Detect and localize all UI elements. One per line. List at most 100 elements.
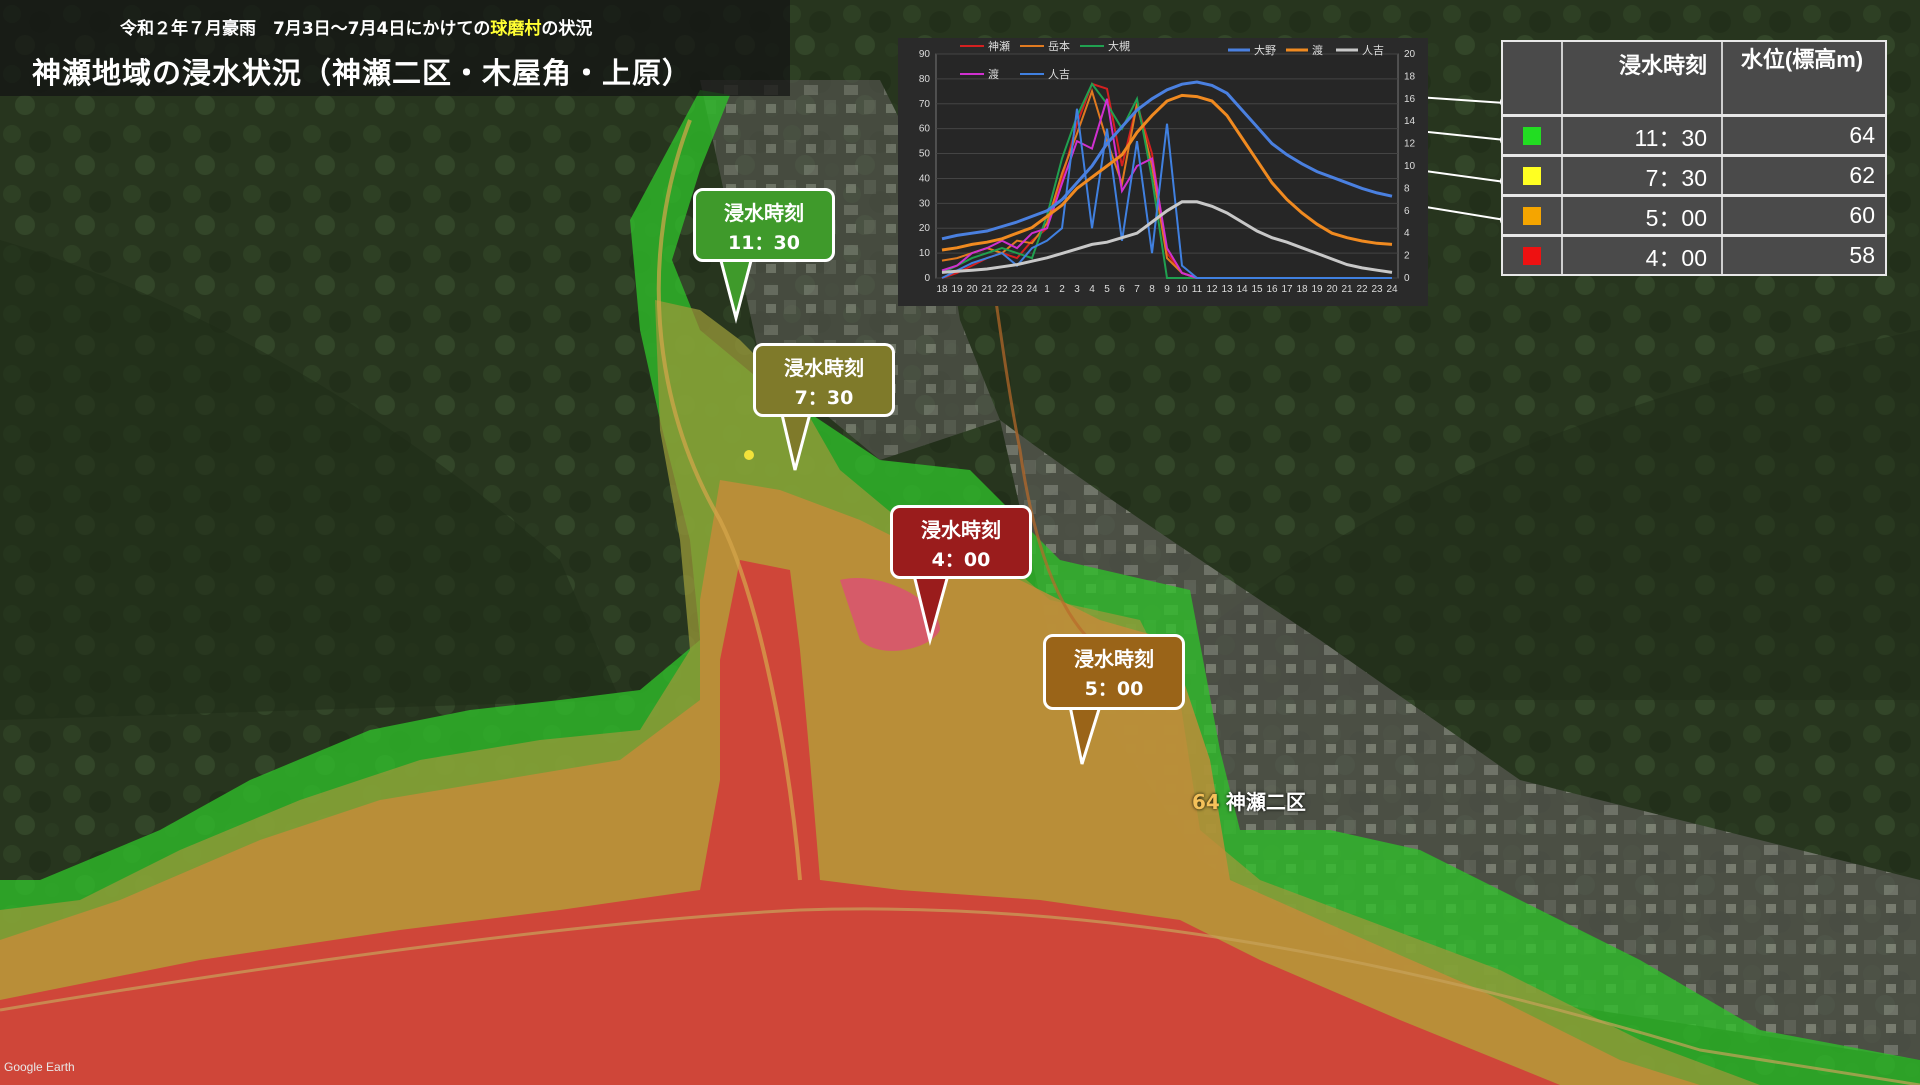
legend-level: 62 — [1849, 162, 1875, 188]
water-level-chart: 0 10 20 30 40 50 60 70 80 90 0 2 4 6 8 10 12 14 16 18 20 18 19… — [898, 38, 1428, 306]
x-tick-label: 24 — [1026, 284, 1038, 295]
y-left-tick-label: 30 — [919, 198, 931, 209]
y-right-tick-label: 6 — [1404, 206, 1410, 217]
legend-level: 60 — [1849, 202, 1875, 228]
event-subtitle: 令和２年７月豪雨 7月3日～7月4日にかけての球磨村の状況 — [120, 19, 593, 39]
legend-row: 7：30 62 — [1503, 154, 1885, 194]
y-left-tick-label: 20 — [919, 223, 931, 234]
legend-label: 大槻 — [1108, 39, 1130, 53]
x-tick-label: 4 — [1089, 284, 1095, 295]
legend-label: 渡 — [1312, 43, 1323, 57]
flood-time-legend: 浸水時刻 水位(標高m) 11：30 64 7：30 62 5：00 60 4：… — [1501, 40, 1887, 276]
x-tick-label: 5 — [1104, 284, 1110, 295]
y-right-tick-label: 10 — [1404, 161, 1416, 172]
callout-time: 11：30 — [728, 232, 800, 254]
y-left-tick-label: 70 — [919, 99, 931, 110]
x-tick-label: 6 — [1119, 284, 1125, 295]
legend-label: 大野 — [1254, 43, 1276, 57]
y-right-tick-label: 20 — [1404, 49, 1416, 60]
y-left-tick-label: 10 — [919, 248, 931, 259]
map-stage: 令和２年７月豪雨 7月3日～7月4日にかけての球磨村の状況 神瀬地域の浸水状況（… — [0, 0, 1920, 1085]
x-tick-label: 7 — [1134, 284, 1140, 295]
x-tick-label: 16 — [1266, 284, 1278, 295]
legend-time: 7：30 — [1563, 157, 1723, 194]
x-tick-label: 13 — [1221, 284, 1233, 295]
legend-label: 渡 — [988, 67, 999, 81]
y-left-tick-label: 90 — [919, 49, 931, 60]
legend-level: 58 — [1849, 242, 1875, 268]
legend-header-time: 浸水時刻 — [1563, 42, 1723, 114]
x-tick-label: 3 — [1074, 284, 1080, 295]
callout-label: 浸水時刻 — [1074, 647, 1154, 671]
x-tick-label: 17 — [1281, 284, 1293, 295]
x-tick-label: 22 — [1356, 284, 1368, 295]
legend-level: 64 — [1849, 122, 1875, 148]
page-title: 神瀬地域の浸水状況（神瀬二区・木屋角・上原） — [32, 56, 693, 90]
y-right-tick-label: 18 — [1404, 71, 1416, 82]
x-tick-label: 23 — [1011, 284, 1023, 295]
location-marker — [744, 450, 754, 460]
x-tick-label: 24 — [1386, 284, 1398, 295]
legend-swatch — [1523, 166, 1541, 185]
y-left-tick-label: 80 — [919, 74, 931, 85]
callout-label: 浸水時刻 — [724, 201, 804, 225]
place-name: 神瀬二区 — [1225, 790, 1306, 814]
x-tick-label: 22 — [996, 284, 1008, 295]
legend-time: 11：30 — [1563, 117, 1723, 154]
callout-time: 4：00 — [931, 549, 991, 571]
x-tick-label: 18 — [1296, 284, 1308, 295]
legend-row: 5：00 60 — [1503, 194, 1885, 234]
y-right-tick-label: 4 — [1404, 228, 1410, 239]
y-right-tick-label: 12 — [1404, 139, 1416, 150]
callout-0730: 浸水時刻 7：30 — [753, 343, 895, 417]
chart-svg: 01020304050607080900246810121416182018 19… — [919, 39, 1416, 295]
legend-swatch — [1523, 206, 1541, 225]
legend-swatch — [1523, 126, 1541, 145]
y-left-tick-label: 60 — [919, 124, 931, 135]
y-left-tick-label: 50 — [919, 149, 931, 160]
map-attribution: Google Earth — [4, 1060, 75, 1074]
y-right-tick-label: 16 — [1404, 94, 1416, 105]
callout-1130: 浸水時刻 11：30 — [693, 188, 835, 262]
x-tick-label: 2 — [1059, 284, 1065, 295]
callout-label: 浸水時刻 — [921, 518, 1001, 542]
x-tick-label: 1 — [1044, 284, 1050, 295]
y-left-tick-label: 0 — [924, 273, 930, 284]
y-right-tick-label: 0 — [1404, 273, 1410, 284]
x-tick-label: 8 — [1149, 284, 1155, 295]
legend-header-row: 浸水時刻 水位(標高m) — [1503, 42, 1885, 114]
x-tick-label: 15 — [1251, 284, 1263, 295]
y-left-tick-label: 40 — [919, 173, 931, 184]
x-tick-label: 10 — [1176, 284, 1188, 295]
legend-row: 11：30 64 — [1503, 114, 1885, 154]
x-tick-label: 12 — [1206, 284, 1218, 295]
place-number: 64 — [1192, 790, 1220, 814]
x-tick-label: 14 — [1236, 284, 1248, 295]
x-tick-label: 23 — [1371, 284, 1383, 295]
x-tick-label: 20 — [966, 284, 978, 295]
legend-label: 人吉 — [1362, 44, 1384, 57]
legend-time: 5：00 — [1563, 197, 1723, 234]
x-tick-label: 21 — [1341, 284, 1353, 295]
x-tick-label: 19 — [1311, 284, 1323, 295]
x-tick-label: 11 — [1192, 284, 1203, 295]
callout-0500: 浸水時刻 5：00 — [1043, 634, 1185, 710]
callout-0400: 浸水時刻 4：00 — [890, 505, 1032, 579]
callout-time: 5：00 — [1084, 678, 1144, 700]
x-tick-label: 19 — [951, 284, 963, 295]
y-right-tick-label: 14 — [1404, 116, 1416, 127]
legend-row: 4：00 58 — [1503, 234, 1885, 274]
legend-label: 人吉 — [1048, 68, 1070, 81]
legend-time: 4：00 — [1563, 237, 1723, 274]
title-banner: 令和２年７月豪雨 7月3日～7月4日にかけての球磨村の状況 神瀬地域の浸水状況（… — [0, 0, 790, 96]
legend-label: 岳本 — [1048, 39, 1070, 53]
y-right-tick-label: 2 — [1404, 251, 1410, 262]
legend-header-level: 水位(標高m) — [1740, 47, 1864, 72]
legend-swatch — [1523, 246, 1541, 265]
y-right-tick-label: 8 — [1404, 183, 1410, 194]
place-label: 64 神瀬二区 — [1192, 786, 1306, 815]
callout-label: 浸水時刻 — [784, 356, 864, 380]
x-tick-label: 9 — [1164, 284, 1170, 295]
legend-label: 神瀬 — [988, 39, 1010, 53]
village-name: 球磨村 — [490, 19, 542, 39]
